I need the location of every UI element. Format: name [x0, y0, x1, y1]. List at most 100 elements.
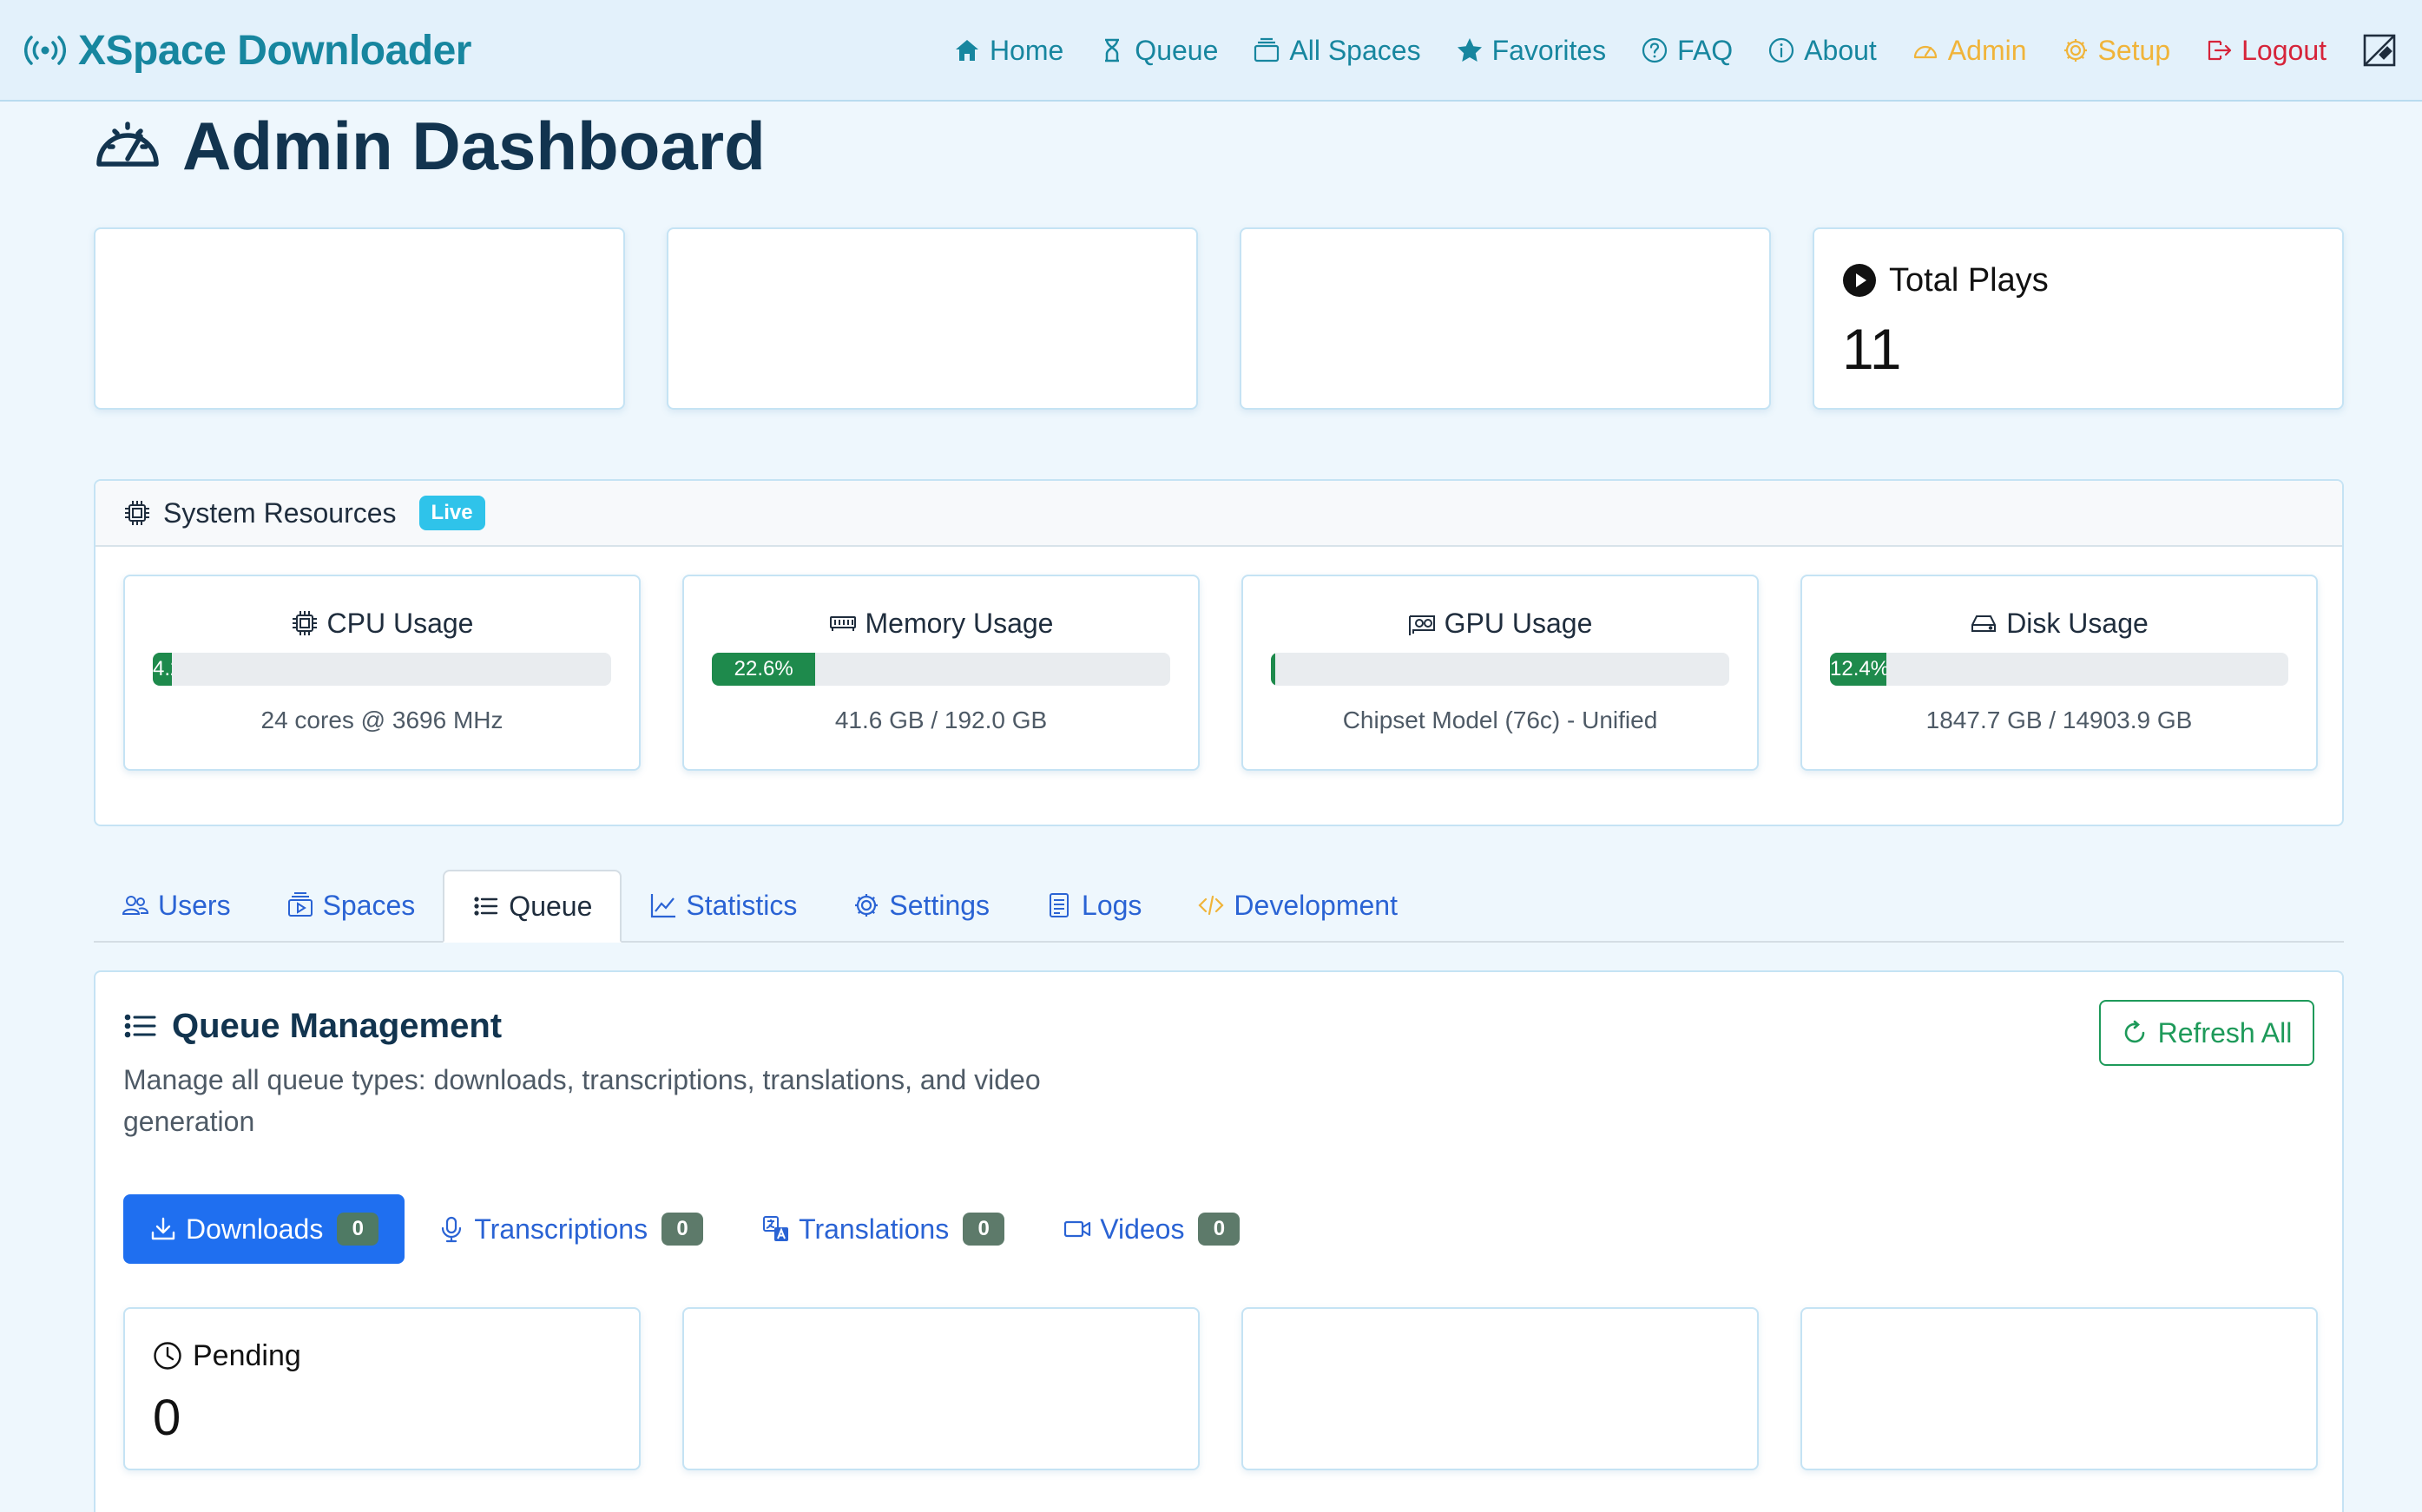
- queue-title: Queue Management: [123, 1003, 502, 1049]
- tab-queue-label: Queue: [509, 890, 593, 922]
- info-circle-icon: [1767, 36, 1795, 64]
- cpu-icon: [291, 609, 319, 637]
- stat-card-total-plays: Total Plays 11: [1813, 227, 2344, 410]
- queue-tab-transcriptions[interactable]: Transcriptions 0: [411, 1194, 729, 1264]
- memory-icon: [829, 609, 857, 637]
- question-circle-icon: [1641, 36, 1668, 64]
- system-resources-header: System Resources Live: [95, 481, 2342, 547]
- count-badge: 0: [661, 1213, 704, 1246]
- page-title: Admin Dashboard: [92, 106, 766, 186]
- cpu-usage-label: CPU Usage: [326, 607, 474, 639]
- nav-queue-label: Queue: [1135, 34, 1219, 66]
- translate-icon: [762, 1215, 790, 1243]
- count-badge: 0: [1198, 1213, 1241, 1246]
- queue-type-tabs: Downloads 0 Transcriptions 0 Translation…: [123, 1194, 1266, 1264]
- tab-spaces-label: Spaces: [322, 889, 416, 921]
- nav-admin[interactable]: Admin: [1912, 35, 2027, 67]
- system-resources-panel: System Resources Live CPU Usage 4.2% 24 …: [94, 479, 2344, 826]
- tab-settings-label: Settings: [889, 889, 991, 921]
- tab-settings[interactable]: Settings: [825, 870, 1017, 941]
- clock-icon: [153, 1341, 182, 1371]
- tab-development[interactable]: Development: [1169, 870, 1425, 941]
- hdd-icon: [1970, 609, 1997, 637]
- disk-progress-fill: 12.4%: [1830, 653, 1887, 686]
- refresh-all-button[interactable]: Refresh All: [2099, 1000, 2314, 1066]
- stat-card-empty-3: [1240, 227, 1771, 410]
- queue-title-text: Queue Management: [172, 1006, 503, 1045]
- cpu-usage-card: CPU Usage 4.2% 24 cores @ 3696 MHz: [123, 575, 641, 771]
- refresh-all-label: Refresh All: [2157, 1016, 2293, 1049]
- navbar: XSpace Downloader Home Queue All Spaces …: [0, 0, 2422, 102]
- collection-icon: [1253, 36, 1280, 64]
- star-icon: [1456, 36, 1484, 64]
- nav-about-label: About: [1804, 34, 1877, 66]
- nav-faq-label: FAQ: [1677, 34, 1734, 66]
- queue-stat-value: 0: [153, 1390, 181, 1446]
- nav-favorites[interactable]: Favorites: [1456, 34, 1607, 67]
- brand[interactable]: XSpace Downloader: [24, 23, 471, 78]
- tab-spaces[interactable]: Spaces: [259, 870, 444, 941]
- nav-admin-label: Admin: [1947, 34, 2027, 66]
- cpu-detail: 24 cores @ 3696 MHz: [260, 707, 503, 733]
- memory-detail: 41.6 GB / 192.0 GB: [834, 707, 1048, 733]
- count-badge: 0: [963, 1213, 1005, 1246]
- memory-usage-label: Memory Usage: [865, 607, 1054, 639]
- nav-about[interactable]: About: [1767, 35, 1877, 67]
- queue-stat-empty-1: [682, 1307, 1200, 1470]
- stat-card-empty-1: [94, 227, 625, 410]
- memory-progress-fill: 22.6%: [712, 653, 816, 686]
- queue-tab-translations-label: Translations: [799, 1213, 950, 1245]
- cpu-icon: [123, 499, 151, 527]
- download-icon: [149, 1215, 177, 1243]
- tab-queue[interactable]: Queue: [443, 870, 622, 943]
- mic-icon: [438, 1215, 465, 1243]
- count-badge: 0: [337, 1213, 379, 1246]
- gpu-detail: Chipset Model (76c) - Unified: [1342, 707, 1658, 733]
- nav-queue[interactable]: Queue: [1098, 35, 1218, 67]
- theme-toggle-icon[interactable]: [2361, 32, 2398, 69]
- tab-statistics-label: Statistics: [686, 889, 798, 921]
- queue-stat-title: Pending: [153, 1337, 301, 1375]
- nav-all-spaces[interactable]: All Spaces: [1253, 34, 1421, 67]
- gear-icon: [852, 891, 880, 919]
- queue-tab-downloads[interactable]: Downloads 0: [123, 1194, 405, 1264]
- stat-value: 11: [1842, 317, 1902, 381]
- queue-tab-downloads-label: Downloads: [186, 1213, 324, 1245]
- gpu-card-icon: [1408, 609, 1436, 637]
- box-arrow-right-icon: [2205, 36, 2233, 64]
- nav-all-spaces-label: All Spaces: [1289, 34, 1421, 66]
- nav-home[interactable]: Home: [953, 35, 1063, 67]
- system-resources-title: System Resources: [163, 496, 397, 529]
- speedometer-icon: [92, 110, 163, 181]
- memory-usage-card: Memory Usage 22.6% 41.6 GB / 192.0 GB: [682, 575, 1200, 771]
- disk-detail: 1847.7 GB / 14903.9 GB: [1925, 707, 2193, 733]
- camera-video-icon: [1063, 1215, 1091, 1243]
- nav-favorites-label: Favorites: [1491, 34, 1607, 66]
- page-title-text: Admin Dashboard: [182, 107, 766, 184]
- gpu-usage-title: GPU Usage: [1243, 604, 1757, 642]
- cpu-progress-bar: 4.2%: [153, 653, 611, 686]
- cpu-progress-fill: 4.2%: [153, 653, 173, 686]
- tab-users[interactable]: Users: [94, 870, 259, 941]
- play-circle-icon: [1842, 263, 1877, 298]
- queue-tab-translations[interactable]: Translations 0: [736, 1194, 1030, 1264]
- nav-faq[interactable]: FAQ: [1641, 35, 1733, 67]
- stat-label: Total Plays: [1889, 261, 2049, 299]
- cpu-usage-title: CPU Usage: [125, 604, 639, 642]
- hourglass-icon: [1098, 36, 1126, 64]
- queue-stat-pending: Pending 0: [123, 1307, 641, 1470]
- arrow-clockwise-icon: [2122, 1020, 2148, 1046]
- gear-icon: [2062, 36, 2090, 64]
- disk-usage-title: Disk Usage: [1802, 604, 2316, 642]
- tab-logs[interactable]: Logs: [1017, 870, 1169, 941]
- nav-setup[interactable]: Setup: [2062, 34, 2171, 67]
- queue-description: Manage all queue types: downloads, trans…: [123, 1064, 1041, 1137]
- nav-setup-label: Setup: [2097, 34, 2171, 66]
- queue-tab-videos[interactable]: Videos 0: [1037, 1194, 1266, 1264]
- nav-logout-label: Logout: [2241, 34, 2327, 66]
- list-icon: [472, 892, 500, 920]
- nav-home-label: Home: [989, 34, 1064, 66]
- nav-logout[interactable]: Logout: [2205, 35, 2327, 67]
- admin-tabs: Users Spaces Queue Statistics Settings L…: [94, 870, 2344, 943]
- tab-statistics[interactable]: Statistics: [622, 870, 825, 941]
